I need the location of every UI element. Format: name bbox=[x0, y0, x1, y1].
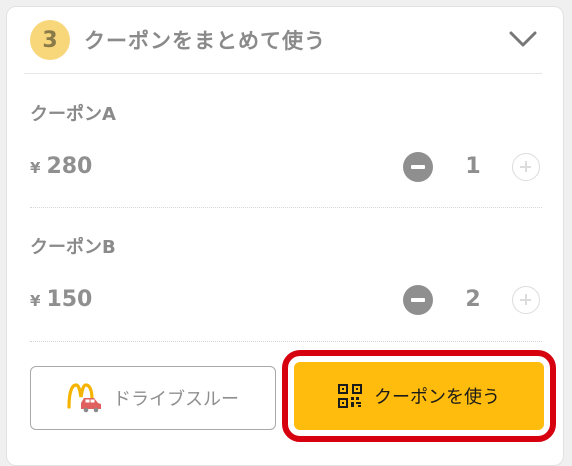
coupon-price-a: ¥280 bbox=[30, 154, 92, 179]
row-divider bbox=[30, 207, 542, 208]
drive-thru-button[interactable]: ドライブスルー bbox=[30, 366, 276, 430]
use-coupon-label: クーポンを使う bbox=[374, 387, 500, 408]
qr-code-icon bbox=[338, 384, 362, 408]
section-header[interactable]: 3 クーポンをまとめて使う bbox=[24, 14, 544, 70]
header-divider bbox=[24, 73, 542, 74]
mcdonalds-drive-thru-icon bbox=[67, 383, 101, 413]
quantity-value-b: 2 bbox=[465, 287, 481, 312]
coupon-name-b: クーポンB bbox=[30, 237, 116, 258]
currency-symbol: ¥ bbox=[30, 292, 41, 310]
increment-button-b[interactable] bbox=[512, 286, 540, 314]
decrement-button-b[interactable] bbox=[403, 285, 433, 315]
price-value: 280 bbox=[46, 154, 93, 179]
section-title: クーポンをまとめて使う bbox=[84, 29, 326, 53]
row-divider bbox=[30, 341, 542, 342]
increment-button-a[interactable] bbox=[512, 153, 540, 181]
price-value: 150 bbox=[46, 287, 93, 312]
drive-thru-label: ドライブスルー bbox=[113, 389, 239, 410]
chevron-down-icon[interactable] bbox=[508, 28, 538, 50]
coupon-name-a: クーポンA bbox=[30, 104, 116, 125]
coupon-price-b: ¥150 bbox=[30, 287, 92, 312]
quantity-value-a: 1 bbox=[465, 154, 481, 179]
currency-symbol: ¥ bbox=[30, 159, 41, 177]
use-coupon-button[interactable]: クーポンを使う bbox=[294, 362, 544, 430]
step-badge: 3 bbox=[30, 20, 70, 60]
decrement-button-a[interactable] bbox=[403, 152, 433, 182]
